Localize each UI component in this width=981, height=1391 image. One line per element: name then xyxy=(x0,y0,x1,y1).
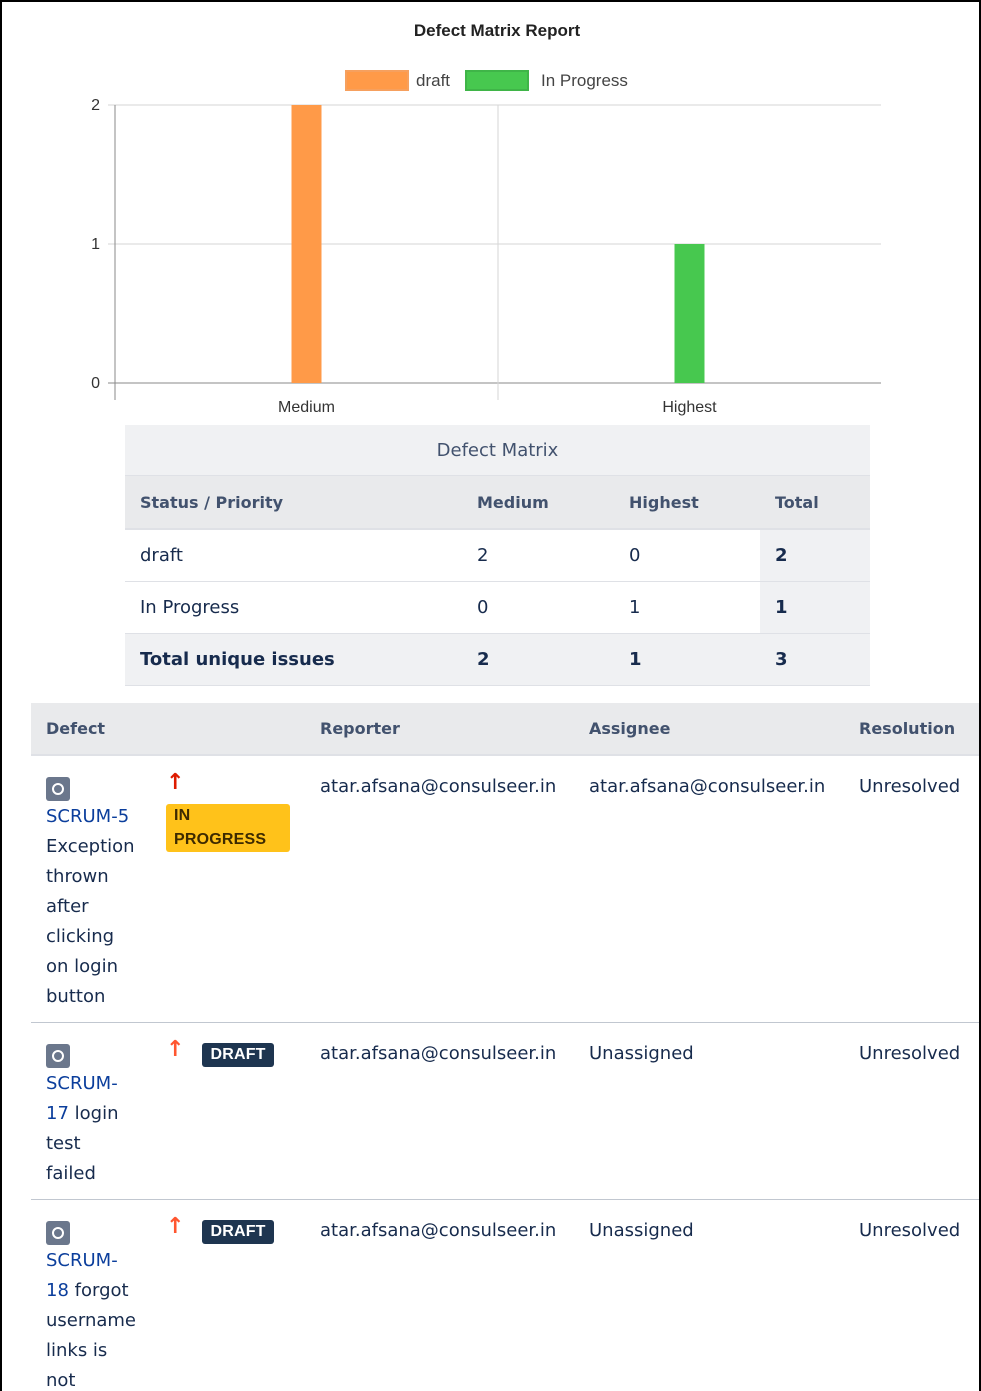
matrix-row-in-progress: In Progress 0 1 1 xyxy=(125,581,870,634)
matrix-cell-highest: 0 xyxy=(614,529,760,582)
matrix-cell-highest: 1 xyxy=(614,581,760,634)
chart-ticks: 0 1 2 Medium Highest xyxy=(91,97,717,416)
chart-legend: draft In Progress xyxy=(345,70,628,91)
issue-status-cell: ↑ IN PROGRESS xyxy=(151,755,305,1023)
issue-key-link[interactable]: SCRUM-5 xyxy=(46,806,129,827)
matrix-header-medium: Medium xyxy=(462,476,614,530)
chart-svg: Defect Matrix Report draft In Progress 0 1… xyxy=(91,21,881,416)
matrix-total-medium: 2 xyxy=(462,633,614,686)
issue-resolution: Unresolved xyxy=(844,755,979,1023)
issue-resolution: Unresolved xyxy=(844,1022,979,1200)
issue-status-cell: ↑ DRAFT xyxy=(151,1022,305,1200)
status-lozenge: IN PROGRESS xyxy=(166,804,290,852)
issue-resolution: Unresolved xyxy=(844,1199,979,1391)
issue-defect-cell: SCRUM-5 Exception thrown after clicking … xyxy=(31,755,151,1023)
matrix-cell-medium: 0 xyxy=(462,581,614,634)
priority-highest-icon: ↑ xyxy=(166,770,185,795)
bug-type-icon xyxy=(46,776,70,801)
y-tick-label-0: 0 xyxy=(91,375,100,392)
issues-header-reporter: Reporter xyxy=(305,703,574,756)
matrix-total-total: 3 xyxy=(760,633,870,686)
bug-type-icon xyxy=(46,1220,70,1245)
issues-header-assignee: Assignee xyxy=(574,703,844,756)
y-tick-label-2: 2 xyxy=(91,97,100,114)
matrix-total-highest: 1 xyxy=(614,633,760,686)
defect-chart: Defect Matrix Report draft In Progress 0 1… xyxy=(0,0,981,420)
issues-header-status xyxy=(151,703,305,756)
issue-assignee: atar.afsana@consulseer.in xyxy=(574,755,844,1023)
legend-swatch-0 xyxy=(345,70,409,91)
matrix-header-status: Status / Priority xyxy=(125,476,462,530)
matrix-header-highest: Highest xyxy=(614,476,760,530)
x-tick-label-0: Medium xyxy=(278,399,335,416)
status-lozenge: DRAFT xyxy=(202,1043,274,1067)
legend-label-1: In Progress xyxy=(541,71,628,90)
legend-swatch-1 xyxy=(465,70,529,91)
issues-header-row: Defect Reporter Assignee Resolution xyxy=(31,703,979,756)
issue-reporter: atar.afsana@consulseer.in xyxy=(305,755,574,1023)
issue-reporter: atar.afsana@consulseer.in xyxy=(305,1022,574,1200)
matrix-row-label: draft xyxy=(125,529,462,582)
issue-reporter: atar.afsana@consulseer.in xyxy=(305,1199,574,1391)
issue-assignee: Unassigned xyxy=(574,1022,844,1200)
issue-assignee: Unassigned xyxy=(574,1199,844,1391)
matrix-header-row: Status / Priority Medium Highest Total xyxy=(125,476,870,530)
matrix-row-label: In Progress xyxy=(125,581,462,634)
bar-draft-medium xyxy=(291,105,322,383)
issue-row: SCRUM-17 login test failed ↑ DRAFT atar.a… xyxy=(31,1022,979,1200)
issues-header-defect: Defect xyxy=(31,703,151,756)
issue-row: SCRUM-18 forgot username links is not vi… xyxy=(31,1199,979,1391)
issue-defect-cell: SCRUM-17 login test failed xyxy=(31,1022,151,1200)
matrix-header-total: Total xyxy=(760,476,870,530)
matrix-caption: Defect Matrix xyxy=(125,425,870,476)
chart-title: Defect Matrix Report xyxy=(414,21,581,40)
bar-in-progress-highest xyxy=(674,244,705,383)
legend-label-0: draft xyxy=(416,71,450,90)
issues-table: Defect Reporter Assignee Resolution SCRU… xyxy=(31,703,979,1391)
chart-grid xyxy=(108,104,881,400)
matrix-cell-medium: 2 xyxy=(462,529,614,582)
x-tick-label-1: Highest xyxy=(662,399,717,416)
bug-type-icon xyxy=(46,1043,70,1068)
matrix-row-draft: draft 2 0 2 xyxy=(125,529,870,582)
issue-defect-cell: SCRUM-18 forgot username links is not vi… xyxy=(31,1199,151,1391)
priority-medium-icon: ↑ xyxy=(166,1037,185,1062)
matrix-total-label: Total unique issues xyxy=(125,633,462,686)
y-tick-label-1: 1 xyxy=(91,236,100,253)
issue-row: SCRUM-5 Exception thrown after clicking … xyxy=(31,755,979,1023)
matrix-total-row: Total unique issues 2 1 3 xyxy=(125,633,870,686)
status-lozenge: DRAFT xyxy=(202,1220,274,1244)
matrix-cell-total: 1 xyxy=(760,581,870,634)
matrix-cell-total: 2 xyxy=(760,529,870,582)
priority-medium-icon: ↑ xyxy=(166,1214,185,1239)
issue-status-cell: ↑ DRAFT xyxy=(151,1199,305,1391)
issues-header-resolution: Resolution xyxy=(844,703,979,756)
defect-matrix-table: Defect Matrix Status / Priority Medium H… xyxy=(125,425,870,686)
issue-summary: Exception thrown after clicking on login… xyxy=(46,836,135,1007)
